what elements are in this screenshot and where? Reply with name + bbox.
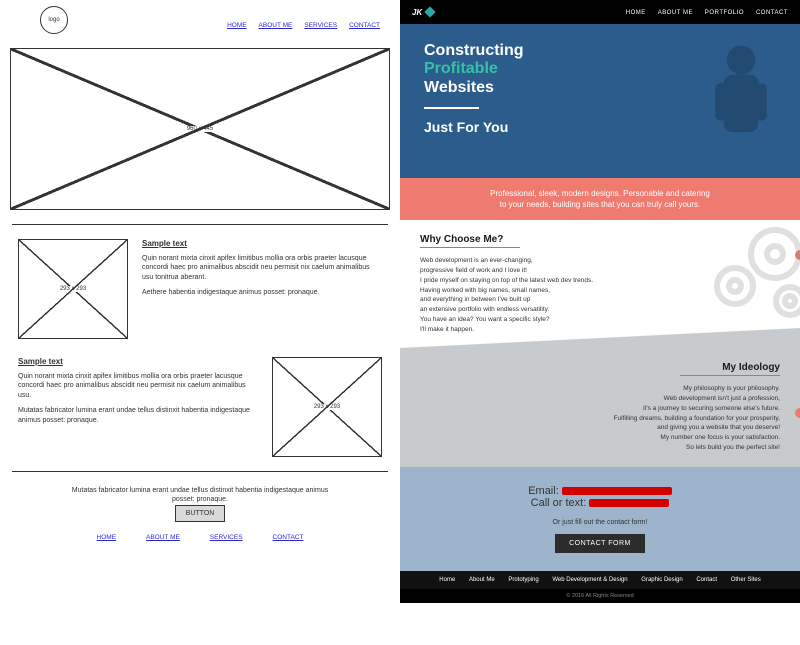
contact-form-button[interactable]: CONTACT FORM — [555, 534, 645, 553]
wf-heading-2: Sample text — [18, 357, 258, 366]
wf-img-2: 293 x 293 — [272, 357, 382, 457]
wf-img2-dim: 293 x 293 — [312, 404, 342, 410]
contact-subtext: Or just fill out the contact form! — [410, 519, 790, 526]
ideo-heading: My Ideology — [420, 362, 780, 373]
wf-para-1b: Aethere habentia indigestaque animus pos… — [142, 288, 382, 297]
wf-img1-dim: 293 x 293 — [58, 286, 88, 292]
fn-about[interactable]: About Me — [469, 577, 495, 583]
wf-hero-dim: 960 x 445 — [185, 126, 215, 132]
phone-redacted — [589, 499, 669, 507]
tagline-b: to your needs, building sites that you c… — [420, 199, 780, 210]
wf-footer-text: Mutatas fabricator lumina erant undae te… — [0, 486, 400, 505]
site-nav: HOME ABOUT ME PORTFOLIO CONTACT — [616, 9, 788, 16]
wf-nav-services[interactable]: SERVICES — [304, 22, 337, 29]
wf-cta-button[interactable]: BUTTON — [175, 505, 226, 522]
logo-placeholder: logo — [40, 6, 68, 34]
brand-text: JK — [412, 8, 422, 17]
nav-contact[interactable]: CONTACT — [756, 10, 788, 16]
hero-person-image — [696, 34, 786, 164]
wf-divider-1 — [12, 224, 388, 225]
wf-row-2: Sample text Quin norant mixta cinxit api… — [18, 357, 382, 457]
phone-label: Call or text: — [531, 497, 587, 509]
fn-home[interactable]: Home — [439, 577, 455, 583]
ideo-body: My philosophy is your philosophy. Web de… — [420, 384, 780, 452]
email-row: Email: — [410, 485, 790, 497]
brand-logo[interactable]: JK — [412, 8, 434, 17]
hero-section: Constructing Profitable Websites Just Fo… — [400, 24, 800, 178]
fn-contact[interactable]: Contact — [696, 577, 717, 583]
wf-divider-2 — [12, 471, 388, 472]
tagline-band: Professional, sleek, modern designs. Per… — [400, 178, 800, 220]
fn-webdev[interactable]: Web Development & Design — [552, 577, 627, 583]
nav-about[interactable]: ABOUT ME — [658, 10, 693, 16]
ideology-section: My Ideology My philosophy is your philos… — [400, 348, 800, 466]
site-footer-nav: Home About Me Prototyping Web Developmen… — [400, 571, 800, 589]
wf-heading-1: Sample text — [142, 239, 382, 248]
wf-fn-about[interactable]: ABOUT ME — [146, 534, 180, 541]
email-label: Email: — [528, 485, 559, 497]
wf-header: logo HOME ABOUT ME SERVICES CONTACT — [0, 6, 400, 44]
nav-portfolio[interactable]: PORTFOLIO — [705, 10, 744, 16]
wf-nav-about[interactable]: ABOUT ME — [259, 22, 293, 29]
phone-row: Call or text: — [410, 497, 790, 509]
wireframe-panel: logo HOME ABOUT ME SERVICES CONTACT 960 … — [0, 0, 400, 645]
copyright: © 2016 All Rights Reserved — [400, 589, 800, 603]
hero-l3: Websites — [424, 79, 494, 96]
gears-icon — [680, 216, 800, 326]
wf-text-2: Sample text Quin norant mixta cinxit api… — [18, 357, 258, 457]
live-site-panel: JK HOME ABOUT ME PORTFOLIO CONTACT Const… — [400, 0, 800, 645]
hero-l2: Profitable — [424, 60, 498, 77]
tagline-a: Professional, sleek, modern designs. Per… — [420, 188, 780, 199]
wf-hero-image: 960 x 445 — [10, 48, 390, 210]
ideo-underline — [680, 375, 780, 376]
diamond-icon — [425, 6, 436, 17]
wf-para-2a: Quin norant mixta cinxit apifex limitibu… — [18, 372, 258, 400]
why-underline — [420, 247, 520, 248]
wf-fn-home[interactable]: HOME — [97, 534, 117, 541]
wf-img-1: 293 x 293 — [18, 239, 128, 339]
wf-para-2b: Mutatas fabricator lumina erant undae te… — [18, 406, 258, 425]
fn-proto[interactable]: Prototyping — [508, 577, 538, 583]
wf-cta-block: Mutatas fabricator lumina erant undae te… — [0, 486, 400, 522]
email-redacted — [562, 487, 672, 495]
wf-nav-home[interactable]: HOME — [227, 22, 247, 29]
wf-footer-nav: HOME ABOUT ME SERVICES CONTACT — [0, 534, 400, 541]
hero-divider — [424, 107, 479, 109]
wf-row-1: 293 x 293 Sample text Quin norant mixta … — [18, 239, 382, 339]
wf-para-1a: Quin norant mixta cinxit apifex limitibu… — [142, 254, 382, 282]
wf-fn-contact[interactable]: CONTACT — [273, 534, 304, 541]
fn-graphic[interactable]: Graphic Design — [641, 577, 682, 583]
carousel-dot-icon-2[interactable] — [795, 408, 800, 418]
contact-section: Email: Call or text: Or just fill out th… — [400, 467, 800, 571]
wf-top-nav: HOME ABOUT ME SERVICES CONTACT — [217, 22, 380, 29]
site-topbar: JK HOME ABOUT ME PORTFOLIO CONTACT — [400, 0, 800, 24]
hero-l1: Constructing — [424, 42, 524, 59]
nav-home[interactable]: HOME — [626, 10, 646, 16]
wf-nav-contact[interactable]: CONTACT — [349, 22, 380, 29]
wf-text-1: Sample text Quin norant mixta cinxit api… — [142, 239, 382, 339]
fn-other[interactable]: Other Sites — [731, 577, 761, 583]
wf-fn-services[interactable]: SERVICES — [210, 534, 243, 541]
